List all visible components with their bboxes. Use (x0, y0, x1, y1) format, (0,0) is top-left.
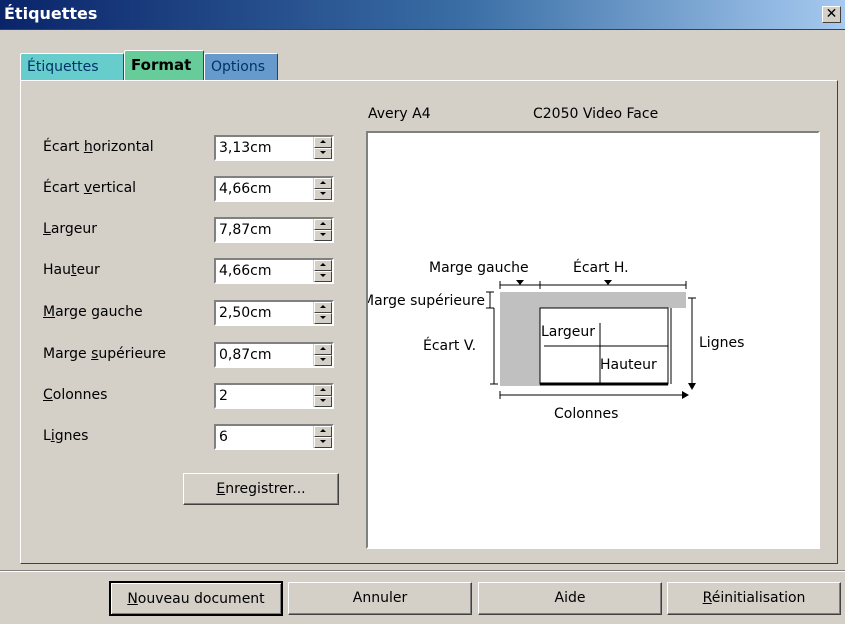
spin-up-icon[interactable] (314, 178, 332, 189)
spin-down-icon[interactable] (314, 189, 332, 200)
diagram-hauteur: Hauteur (600, 357, 657, 373)
arrow-right-icon (682, 391, 689, 399)
spin-down-icon[interactable] (314, 271, 332, 282)
spin-up-icon[interactable] (314, 137, 332, 148)
label-ecart-vertical: Écart vertical (43, 180, 137, 196)
colonnes-field[interactable]: 2 (214, 383, 334, 409)
largeur-value[interactable]: 7,87cm (219, 222, 272, 238)
diagram-ecart-h: Écart H. (573, 259, 629, 276)
label-preview: Marge gauche Écart H. Marge supérieure É… (366, 131, 820, 549)
label-colonnes: Colonnes (43, 387, 108, 403)
spin-up-icon[interactable] (314, 219, 332, 230)
diagram-colonnes: Colonnes (554, 406, 618, 422)
spin-down-icon[interactable] (314, 355, 332, 366)
label-marge-gauche: Marge gauche (43, 304, 143, 320)
diagram-largeur: Largeur (541, 324, 595, 340)
ecart-horizontal-field[interactable]: 3,13cm (214, 135, 334, 161)
save-button[interactable]: Enregistrer... (183, 473, 339, 505)
reset-button[interactable]: Réinitialisation (667, 582, 841, 615)
bottom-separator (0, 570, 845, 572)
new-document-button[interactable]: Nouveau document (109, 581, 283, 616)
marge-superieure-value[interactable]: 0,87cm (219, 347, 272, 363)
cancel-button[interactable]: Annuler (288, 582, 472, 615)
arrow-down-icon (604, 280, 612, 285)
marge-superieure-field[interactable]: 0,87cm (214, 342, 334, 368)
spin-down-icon[interactable] (314, 396, 332, 407)
ecart-vertical-field[interactable]: 4,66cm (214, 176, 334, 202)
spin-down-icon[interactable] (314, 313, 332, 324)
spin-up-icon[interactable] (314, 260, 332, 271)
ecart-horizontal-value[interactable]: 3,13cm (219, 140, 272, 156)
preview-brand: Avery A4 (368, 106, 431, 122)
spin-up-icon[interactable] (314, 344, 332, 355)
window-title: Étiquettes (4, 4, 98, 23)
left-margin-band (500, 292, 540, 386)
diagram-ecart-v: Écart V. (423, 337, 476, 354)
label-marge-superieure: Marge supérieure (43, 346, 166, 362)
label-layout-diagram: Marge gauche Écart H. Marge supérieure É… (368, 259, 744, 422)
label-hauteur: Hauteur (43, 262, 100, 278)
marge-gauche-field[interactable]: 2,50cm (214, 300, 334, 326)
hauteur-value[interactable]: 4,66cm (219, 263, 272, 279)
diagram-marge-superieure: Marge supérieure (368, 293, 485, 309)
tab-etiquettes[interactable]: Étiquettes (20, 53, 124, 81)
lignes-field[interactable]: 6 (214, 424, 334, 450)
spin-down-icon[interactable] (314, 148, 332, 159)
arrow-down-icon (688, 383, 696, 390)
label-largeur: Largeur (43, 221, 98, 237)
largeur-field[interactable]: 7,87cm (214, 217, 334, 243)
tab-format[interactable]: Format (124, 50, 204, 81)
title-bar: Étiquettes ✕ (0, 0, 845, 30)
arrow-down-icon (516, 280, 524, 285)
hauteur-field[interactable]: 4,66cm (214, 258, 334, 284)
spin-up-icon[interactable] (314, 302, 332, 313)
spin-up-icon[interactable] (314, 385, 332, 396)
preview-type: C2050 Video Face (533, 106, 659, 122)
tab-options[interactable]: Options (204, 53, 278, 81)
marge-gauche-value[interactable]: 2,50cm (219, 305, 272, 321)
colonnes-value[interactable]: 2 (219, 388, 228, 404)
close-icon[interactable]: ✕ (822, 6, 841, 23)
spin-down-icon[interactable] (314, 437, 332, 448)
label-lignes: Lignes (43, 428, 89, 444)
label-ecart-horizontal: Écart horizontal (43, 139, 154, 155)
lignes-value[interactable]: 6 (219, 429, 228, 445)
spin-up-icon[interactable] (314, 426, 332, 437)
help-button[interactable]: Aide (478, 582, 662, 615)
ecart-vertical-value[interactable]: 4,66cm (219, 181, 272, 197)
diagram-marge-gauche: Marge gauche (429, 260, 529, 276)
diagram-lignes: Lignes (699, 335, 744, 351)
spin-down-icon[interactable] (314, 230, 332, 241)
